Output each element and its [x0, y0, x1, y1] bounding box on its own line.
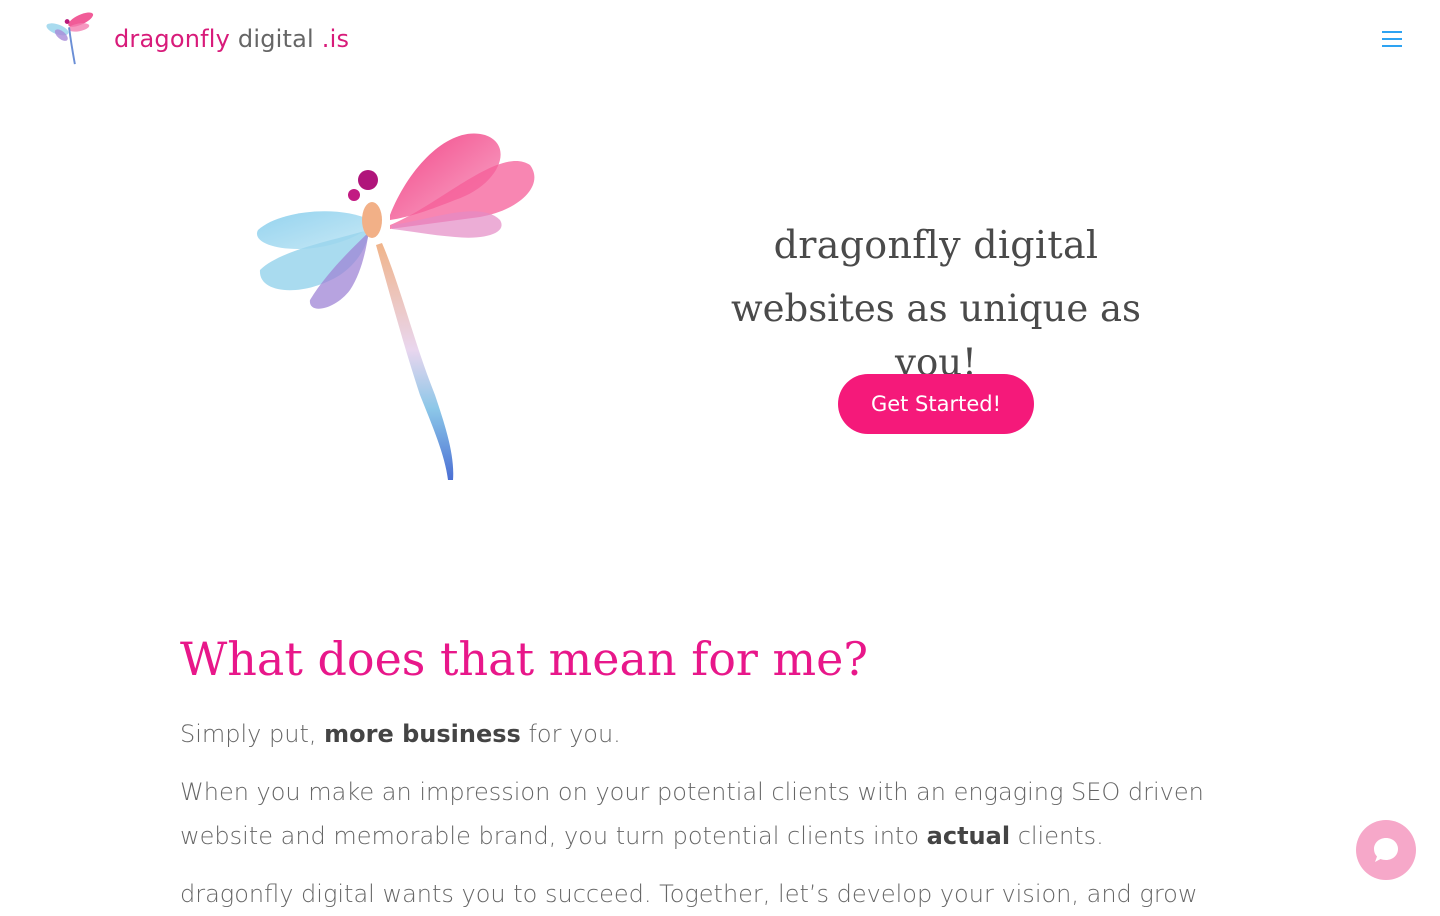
logo-text: dragonfly digital .is [114, 27, 349, 51]
get-started-button[interactable]: Get Started! [838, 374, 1034, 434]
paragraph-impression: When you make an impression on your pote… [180, 770, 1260, 858]
p1-text-post: for you. [520, 720, 621, 748]
content-section: What does that mean for me? Simply put, … [180, 628, 1260, 916]
p1-text-pre: Simply put, [180, 720, 325, 748]
p2-text-post: clients. [1010, 822, 1104, 850]
p2-text-bold: actual [926, 822, 1011, 850]
p1-text-bold: more business [324, 720, 521, 748]
chat-launcher-button[interactable] [1356, 820, 1416, 880]
logo-word-is: .is [321, 25, 350, 53]
hamburger-menu-icon[interactable] [1378, 28, 1406, 50]
logo-word-digital: digital [237, 25, 314, 53]
section-title: What does that mean for me? [180, 632, 869, 686]
logo-word-dragonfly: dragonfly [114, 25, 231, 53]
dragonfly-logo-icon [46, 12, 94, 65]
dragonfly-illustration [256, 133, 535, 480]
paragraph-simply-put: Simply put, more business for you. [180, 712, 1260, 756]
site-logo[interactable]: dragonfly digital .is [42, 10, 349, 68]
paragraph-succeed: dragonfly digital wants you to succeed. … [180, 880, 1198, 908]
hero-title: dragonfly digital [773, 223, 1099, 267]
site-header: dragonfly digital .is [0, 0, 1440, 80]
hero-text: dragonfly digital websites as unique as … [700, 218, 1172, 390]
chat-bubble-icon [1374, 838, 1398, 862]
